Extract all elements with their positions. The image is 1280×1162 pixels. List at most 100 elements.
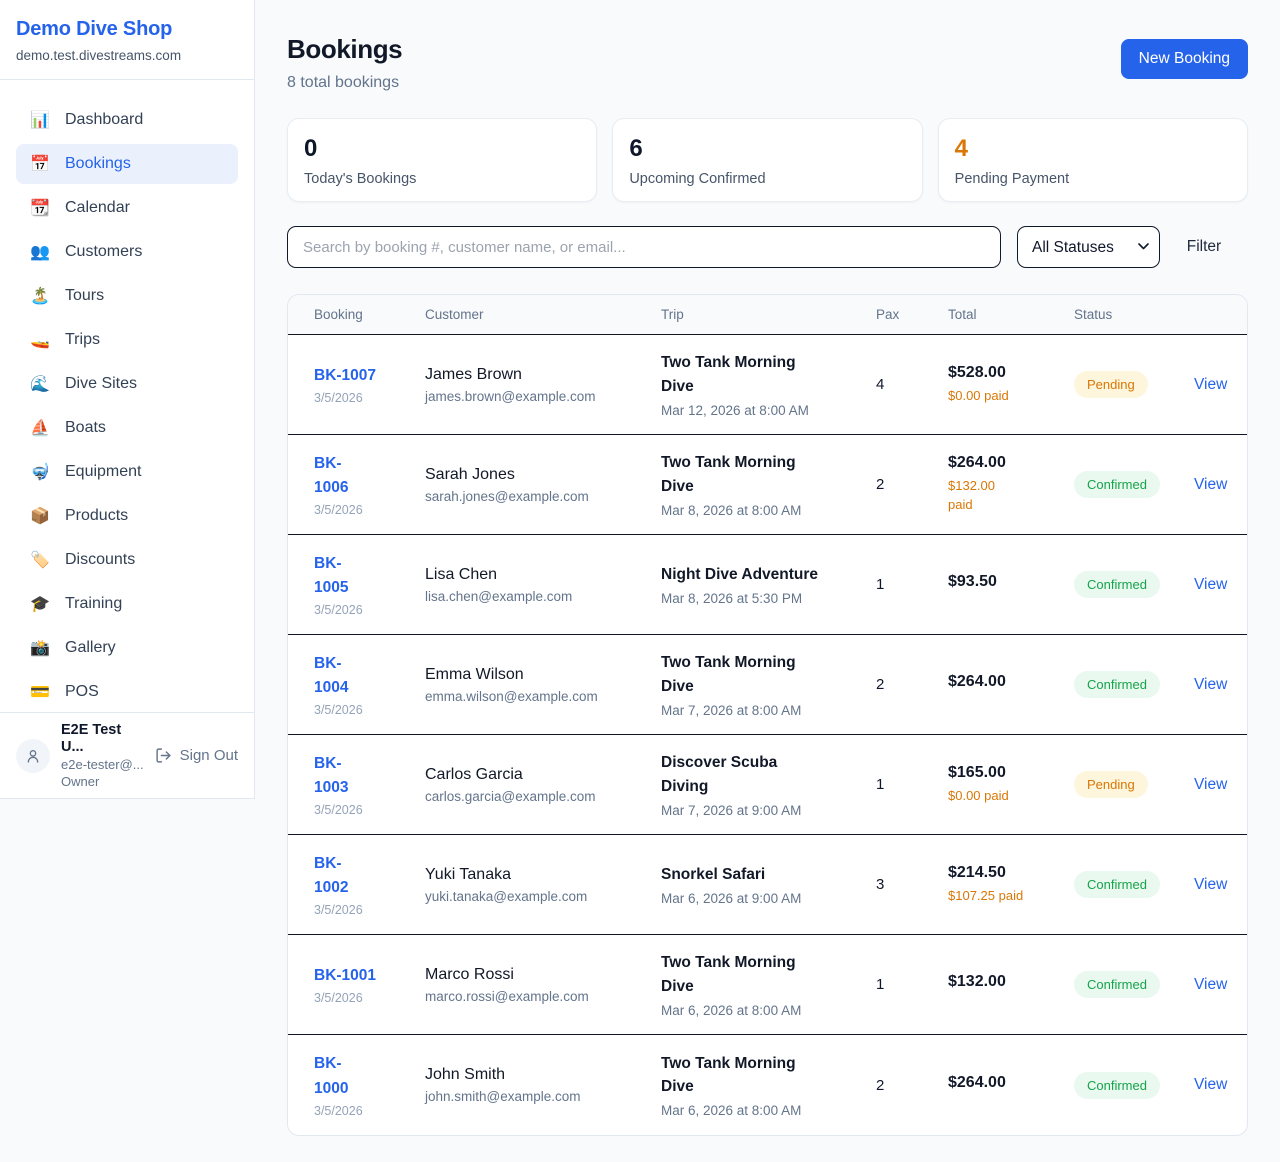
customer-name: Carlos Garcia <box>425 766 661 784</box>
nav-item-label: Training <box>65 595 122 613</box>
sidebar-item-trips[interactable]: 🚤 Trips <box>16 320 238 360</box>
booking-id-link[interactable]: BK-1001 <box>314 964 376 988</box>
nav-item-label: Dashboard <box>65 111 143 129</box>
bookings-table: Booking Customer Trip Pax Total Status B… <box>287 294 1248 1136</box>
pax-count: 1 <box>876 776 948 793</box>
nav-item-label: Products <box>65 507 128 525</box>
pax-count: 1 <box>876 976 948 993</box>
trip-datetime: Mar 6, 2026 at 9:00 AM <box>661 891 876 906</box>
sidebar-item-equipment[interactable]: 🤿 Equipment <box>16 452 238 492</box>
booking-id-link[interactable]: BK- 1002 <box>314 852 348 900</box>
column-header-total: Total <box>948 307 1074 322</box>
nav-item-icon: 🏷️ <box>30 550 50 570</box>
booking-id-link[interactable]: BK- 1003 <box>314 752 348 800</box>
nav-item-icon: 📅 <box>30 154 50 174</box>
page-header: Bookings 8 total bookings New Booking <box>287 34 1248 92</box>
view-link[interactable]: View <box>1194 876 1227 893</box>
booking-id-link[interactable]: BK- 1000 <box>314 1052 348 1100</box>
paid-amount: $0.00 paid <box>948 387 1074 406</box>
sidebar-nav: 📊 Dashboard 📅 Bookings 📆 Calendar 👥 Cust… <box>0 80 254 712</box>
sidebar-item-tours[interactable]: 🏝️ Tours <box>16 276 238 316</box>
sidebar-item-pos[interactable]: 💳 POS <box>16 672 238 712</box>
stat-card-pending-payment: 4 Pending Payment <box>938 118 1248 202</box>
stat-card-upcoming-confirmed: 6 Upcoming Confirmed <box>612 118 922 202</box>
total-amount: $264.00 <box>948 1074 1074 1092</box>
nav-item-icon: 💳 <box>30 682 50 702</box>
status-badge: Confirmed <box>1074 571 1160 598</box>
table-row-bk-1001: BK-1001 3/5/2026 Marco Rossi marco.rossi… <box>288 935 1247 1035</box>
view-link[interactable]: View <box>1194 376 1227 393</box>
sidebar-item-dashboard[interactable]: 📊 Dashboard <box>16 100 238 140</box>
view-link[interactable]: View <box>1194 476 1227 493</box>
sidebar-item-customers[interactable]: 👥 Customers <box>16 232 238 272</box>
sidebar-item-products[interactable]: 📦 Products <box>16 496 238 536</box>
column-header-booking: Booking <box>314 307 425 322</box>
sign-out-button[interactable]: Sign Out <box>155 747 238 764</box>
booking-id-link[interactable]: BK- 1004 <box>314 652 348 700</box>
user-email: e2e-tester@... <box>61 756 144 773</box>
nav-item-label: Boats <box>65 419 106 437</box>
customer-name: James Brown <box>425 366 661 384</box>
booking-date: 3/5/2026 <box>314 603 425 617</box>
sign-out-label: Sign Out <box>180 747 238 764</box>
new-booking-button[interactable]: New Booking <box>1121 39 1248 79</box>
sidebar-item-gallery[interactable]: 📸 Gallery <box>16 628 238 668</box>
main-content: Bookings 8 total bookings New Booking 0 … <box>255 0 1280 1136</box>
status-filter-select[interactable]: All Statuses <box>1017 226 1160 268</box>
total-amount: $93.50 <box>948 573 1074 591</box>
trip-name: Two Tank Morning Dive <box>661 451 876 498</box>
nav-item-label: Dive Sites <box>65 375 137 393</box>
trip-name: Two Tank Morning Dive <box>661 651 876 698</box>
sidebar-item-boats[interactable]: ⛵ Boats <box>16 408 238 448</box>
table-row-bk-1006: BK- 1006 3/5/2026 Sarah Jones sarah.jone… <box>288 435 1247 535</box>
trip-datetime: Mar 8, 2026 at 5:30 PM <box>661 591 876 606</box>
filter-button[interactable]: Filter <box>1160 238 1248 256</box>
sidebar-footer: E2E Test U... e2e-tester@... Owner Sign … <box>0 712 254 798</box>
table-row-bk-1003: BK- 1003 3/5/2026 Carlos Garcia carlos.g… <box>288 735 1247 835</box>
table-row-bk-1007: BK-1007 3/5/2026 James Brown james.brown… <box>288 335 1247 435</box>
stat-value: 4 <box>955 136 1231 162</box>
nav-item-label: Trips <box>65 331 100 349</box>
column-header-trip: Trip <box>661 307 876 322</box>
user-icon <box>25 748 41 764</box>
sidebar: Demo Dive Shop demo.test.divestreams.com… <box>0 0 255 799</box>
customer-email: carlos.garcia@example.com <box>425 789 661 804</box>
total-amount: $214.50 <box>948 864 1074 882</box>
pax-count: 1 <box>876 576 948 593</box>
view-link[interactable]: View <box>1194 1076 1227 1093</box>
view-link[interactable]: View <box>1194 576 1227 593</box>
view-link[interactable]: View <box>1194 776 1227 793</box>
sidebar-item-dive-sites[interactable]: 🌊 Dive Sites <box>16 364 238 404</box>
trip-datetime: Mar 6, 2026 at 8:00 AM <box>661 1003 876 1018</box>
table-row-bk-1004: BK- 1004 3/5/2026 Emma Wilson emma.wilso… <box>288 635 1247 735</box>
search-input[interactable] <box>287 226 1001 268</box>
booking-id-link[interactable]: BK-1007 <box>314 364 376 388</box>
status-badge: Confirmed <box>1074 671 1160 698</box>
nav-item-label: Calendar <box>65 199 130 217</box>
nav-item-label: Gallery <box>65 639 116 657</box>
booking-id-link[interactable]: BK- 1006 <box>314 452 348 500</box>
nav-item-icon: 📦 <box>30 506 50 526</box>
sidebar-item-training[interactable]: 🎓 Training <box>16 584 238 624</box>
table-row-bk-1005: BK- 1005 3/5/2026 Lisa Chen lisa.chen@ex… <box>288 535 1247 635</box>
pax-count: 2 <box>876 1077 948 1094</box>
booking-id-link[interactable]: BK- 1005 <box>314 552 348 600</box>
nav-item-label: Customers <box>65 243 142 261</box>
view-link[interactable]: View <box>1194 676 1227 693</box>
table-header-row: Booking Customer Trip Pax Total Status <box>288 295 1247 335</box>
sidebar-item-calendar[interactable]: 📆 Calendar <box>16 188 238 228</box>
avatar <box>16 739 50 773</box>
status-badge: Pending <box>1074 771 1148 798</box>
sign-out-icon <box>155 747 172 764</box>
sidebar-item-discounts[interactable]: 🏷️ Discounts <box>16 540 238 580</box>
nav-item-label: Tours <box>65 287 104 305</box>
nav-item-icon: 👥 <box>30 242 50 262</box>
trip-name: Night Dive Adventure <box>661 563 876 586</box>
view-link[interactable]: View <box>1194 976 1227 993</box>
sidebar-item-bookings[interactable]: 📅 Bookings <box>16 144 238 184</box>
total-amount: $165.00 <box>948 764 1074 782</box>
pax-count: 2 <box>876 676 948 693</box>
customer-name: Marco Rossi <box>425 966 661 984</box>
nav-item-icon: 📸 <box>30 638 50 658</box>
stats-row: 0 Today's Bookings 6 Upcoming Confirmed … <box>287 118 1248 202</box>
